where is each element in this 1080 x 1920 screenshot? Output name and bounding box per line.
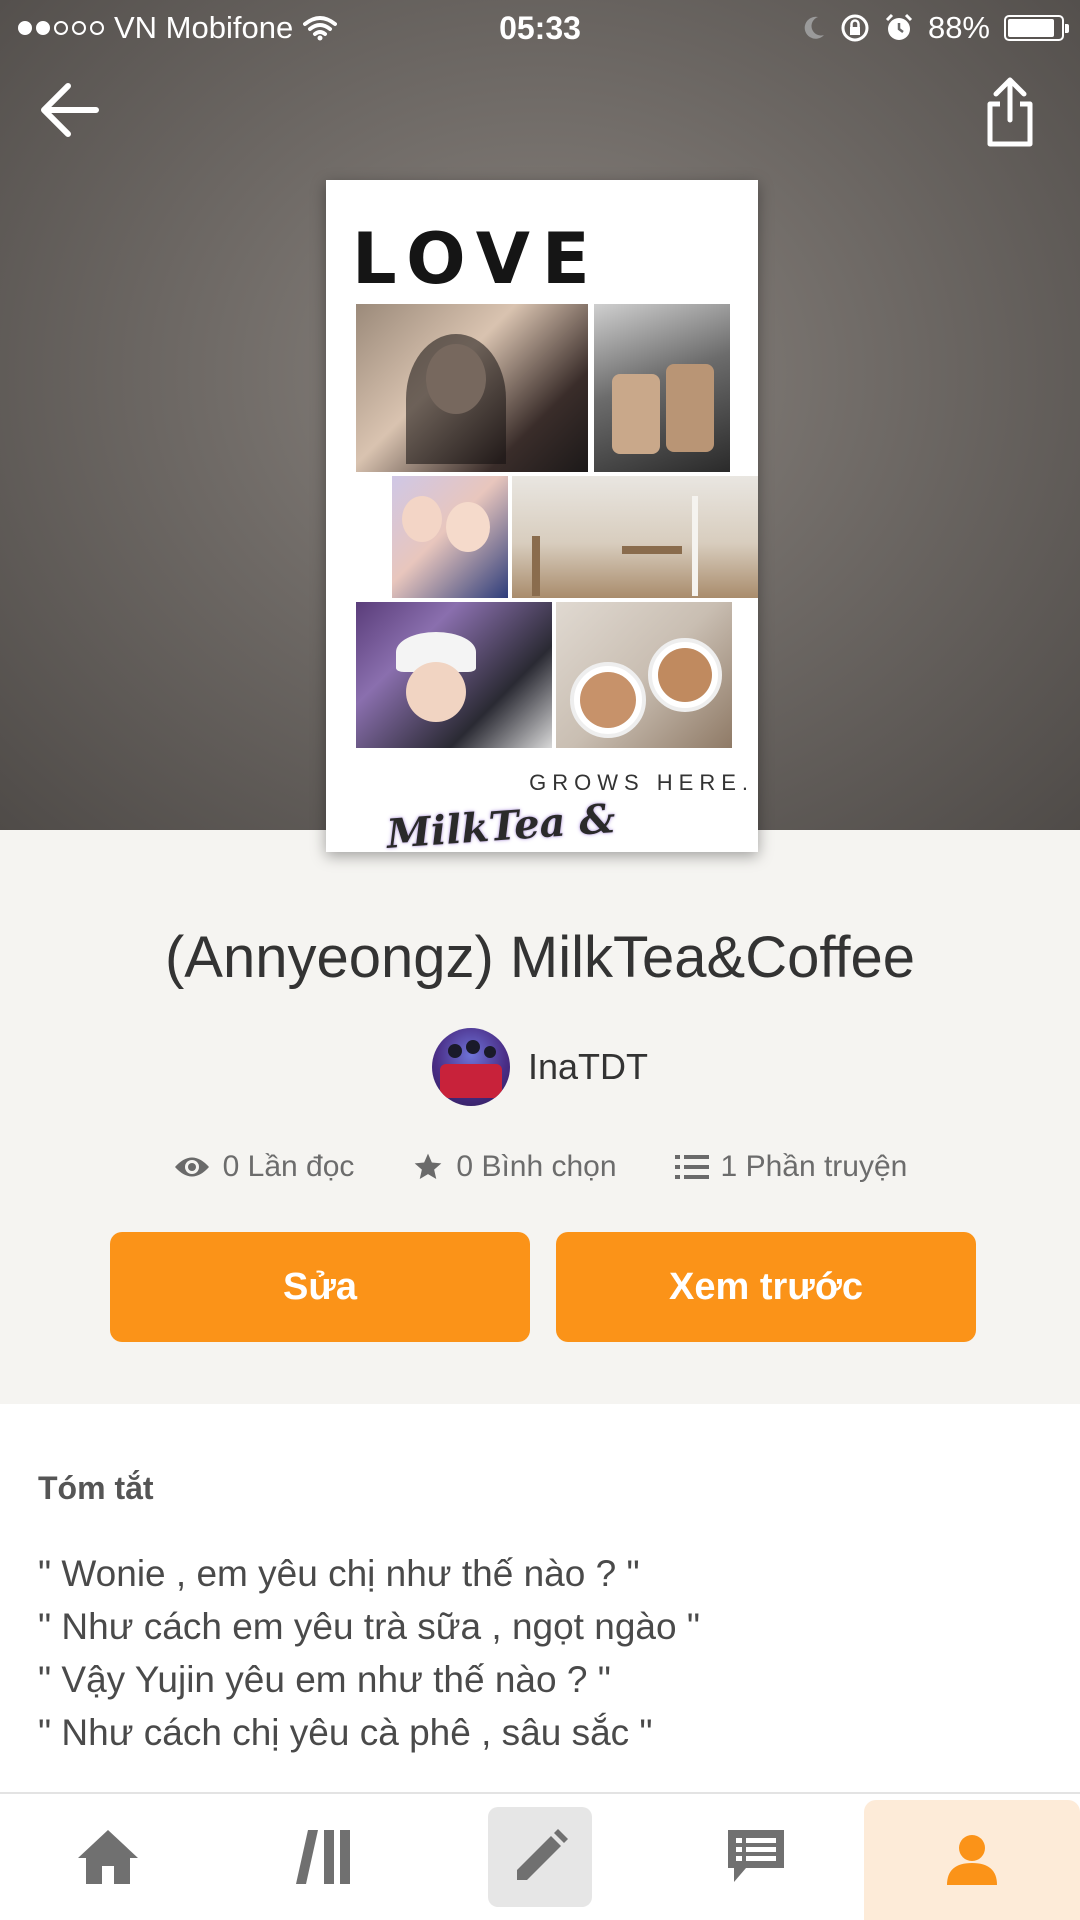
arrow-left-icon (41, 83, 99, 137)
nav-write[interactable] (432, 1794, 648, 1920)
library-icon (296, 1830, 350, 1884)
summary-title: Tóm tắt (38, 1470, 154, 1506)
summary-line: " Như cách chị yêu cà phê , sâu sắc " (38, 1712, 653, 1753)
alarm-icon (885, 13, 913, 40)
story-cover[interactable]: LOVE GROWS HERE. MilkTea & Coffee (326, 180, 758, 852)
preview-button[interactable]: Xem trước (556, 1232, 976, 1342)
cover-headline: LOVE (352, 218, 602, 300)
nav-home[interactable] (0, 1794, 216, 1920)
status-right: 88% (802, 10, 1069, 46)
messages-icon (728, 1830, 784, 1882)
eye-icon (174, 1157, 209, 1177)
cover-photo-girl-cap (356, 602, 552, 748)
write-icon (517, 1829, 568, 1880)
summary-panel: Tóm tắt " Wonie , em yêu chị như thế nào… (0, 1404, 1080, 1792)
battery-fill (1008, 19, 1054, 37)
profile-icon (947, 1835, 997, 1885)
star-icon (415, 1153, 442, 1179)
cover-photo-girl-waving (356, 304, 588, 472)
share-icon (987, 77, 1033, 147)
battery-icon (1004, 15, 1069, 41)
story-stats: 0 Lần đọc 0 Bình chọn 1 Phần truyện (0, 1150, 1080, 1184)
nav-write-highlight (488, 1807, 592, 1907)
summary-line: " Wonie , em yêu chị như thế nào ? " (38, 1553, 640, 1594)
stat-reads: 0 Lần đọc (173, 1150, 355, 1184)
author-row[interactable]: InaTDT (0, 1028, 1080, 1106)
share-button[interactable] (980, 74, 1040, 150)
summary-line: " Như cách em yêu trà sữa , ngọt ngào " (38, 1606, 700, 1647)
nav-profile[interactable] (864, 1800, 1080, 1920)
summary-line: " Vậy Yujin yêu em như thế nào ? " (38, 1659, 611, 1700)
bottom-nav (0, 1792, 1080, 1920)
status-bar: VN Mobifone 05:33 88% (0, 0, 1080, 56)
author-name[interactable]: InaTDT (528, 1046, 648, 1088)
moon-icon (804, 16, 824, 39)
nav-messages[interactable] (648, 1794, 864, 1920)
avatar[interactable] (431, 1028, 510, 1106)
home-icon (78, 1830, 138, 1884)
stat-reads-label: 0 Lần đọc (222, 1150, 355, 1183)
edit-button[interactable]: Sửa (110, 1232, 530, 1342)
story-title: (Annyeongz) MilkTea&Coffee (164, 925, 916, 990)
stat-votes-label: 0 Bình chọn (456, 1150, 617, 1183)
stat-parts: 1 Phần truyện (674, 1150, 908, 1184)
cover-photo-cafe-interior (512, 476, 758, 598)
nav-library[interactable] (216, 1794, 432, 1920)
back-button[interactable] (36, 78, 106, 142)
rotation-lock-icon (841, 14, 869, 42)
battery-percent: 88% (927, 10, 990, 45)
cover-photo-milktea-cups (594, 304, 730, 472)
stat-parts-label: 1 Phần truyện (720, 1150, 908, 1183)
cover-photo-coffee-cups (556, 602, 732, 748)
stat-votes: 0 Bình chọn (412, 1150, 617, 1184)
list-icon (674, 1155, 709, 1179)
cover-photo-two-girls (392, 476, 508, 598)
